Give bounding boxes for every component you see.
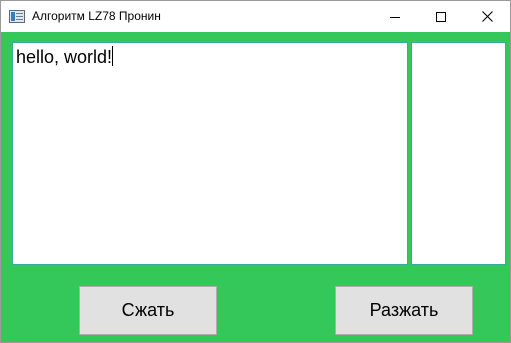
maximize-button[interactable] bbox=[418, 1, 464, 32]
minimize-button[interactable] bbox=[372, 1, 418, 32]
decompress-button[interactable]: Разжать bbox=[335, 286, 473, 335]
window-title: Алгоритм LZ78 Пронин bbox=[32, 9, 161, 23]
input-textbox[interactable]: hello, world! bbox=[12, 42, 408, 265]
close-icon bbox=[481, 11, 493, 22]
input-text: hello, world! bbox=[16, 47, 113, 67]
app-window: Алгоритм LZ78 Пронин hello, world! Сжать bbox=[0, 0, 511, 343]
text-caret bbox=[112, 46, 114, 66]
title-bar[interactable]: Алгоритм LZ78 Пронин bbox=[1, 1, 510, 32]
maximize-icon bbox=[436, 11, 446, 22]
client-area: hello, world! Сжать Разжать bbox=[1, 32, 510, 342]
compress-button[interactable]: Сжать bbox=[79, 286, 217, 335]
close-button[interactable] bbox=[464, 1, 510, 32]
app-window-icon bbox=[9, 10, 25, 23]
minimize-icon bbox=[390, 16, 400, 18]
output-textbox[interactable] bbox=[411, 42, 506, 265]
